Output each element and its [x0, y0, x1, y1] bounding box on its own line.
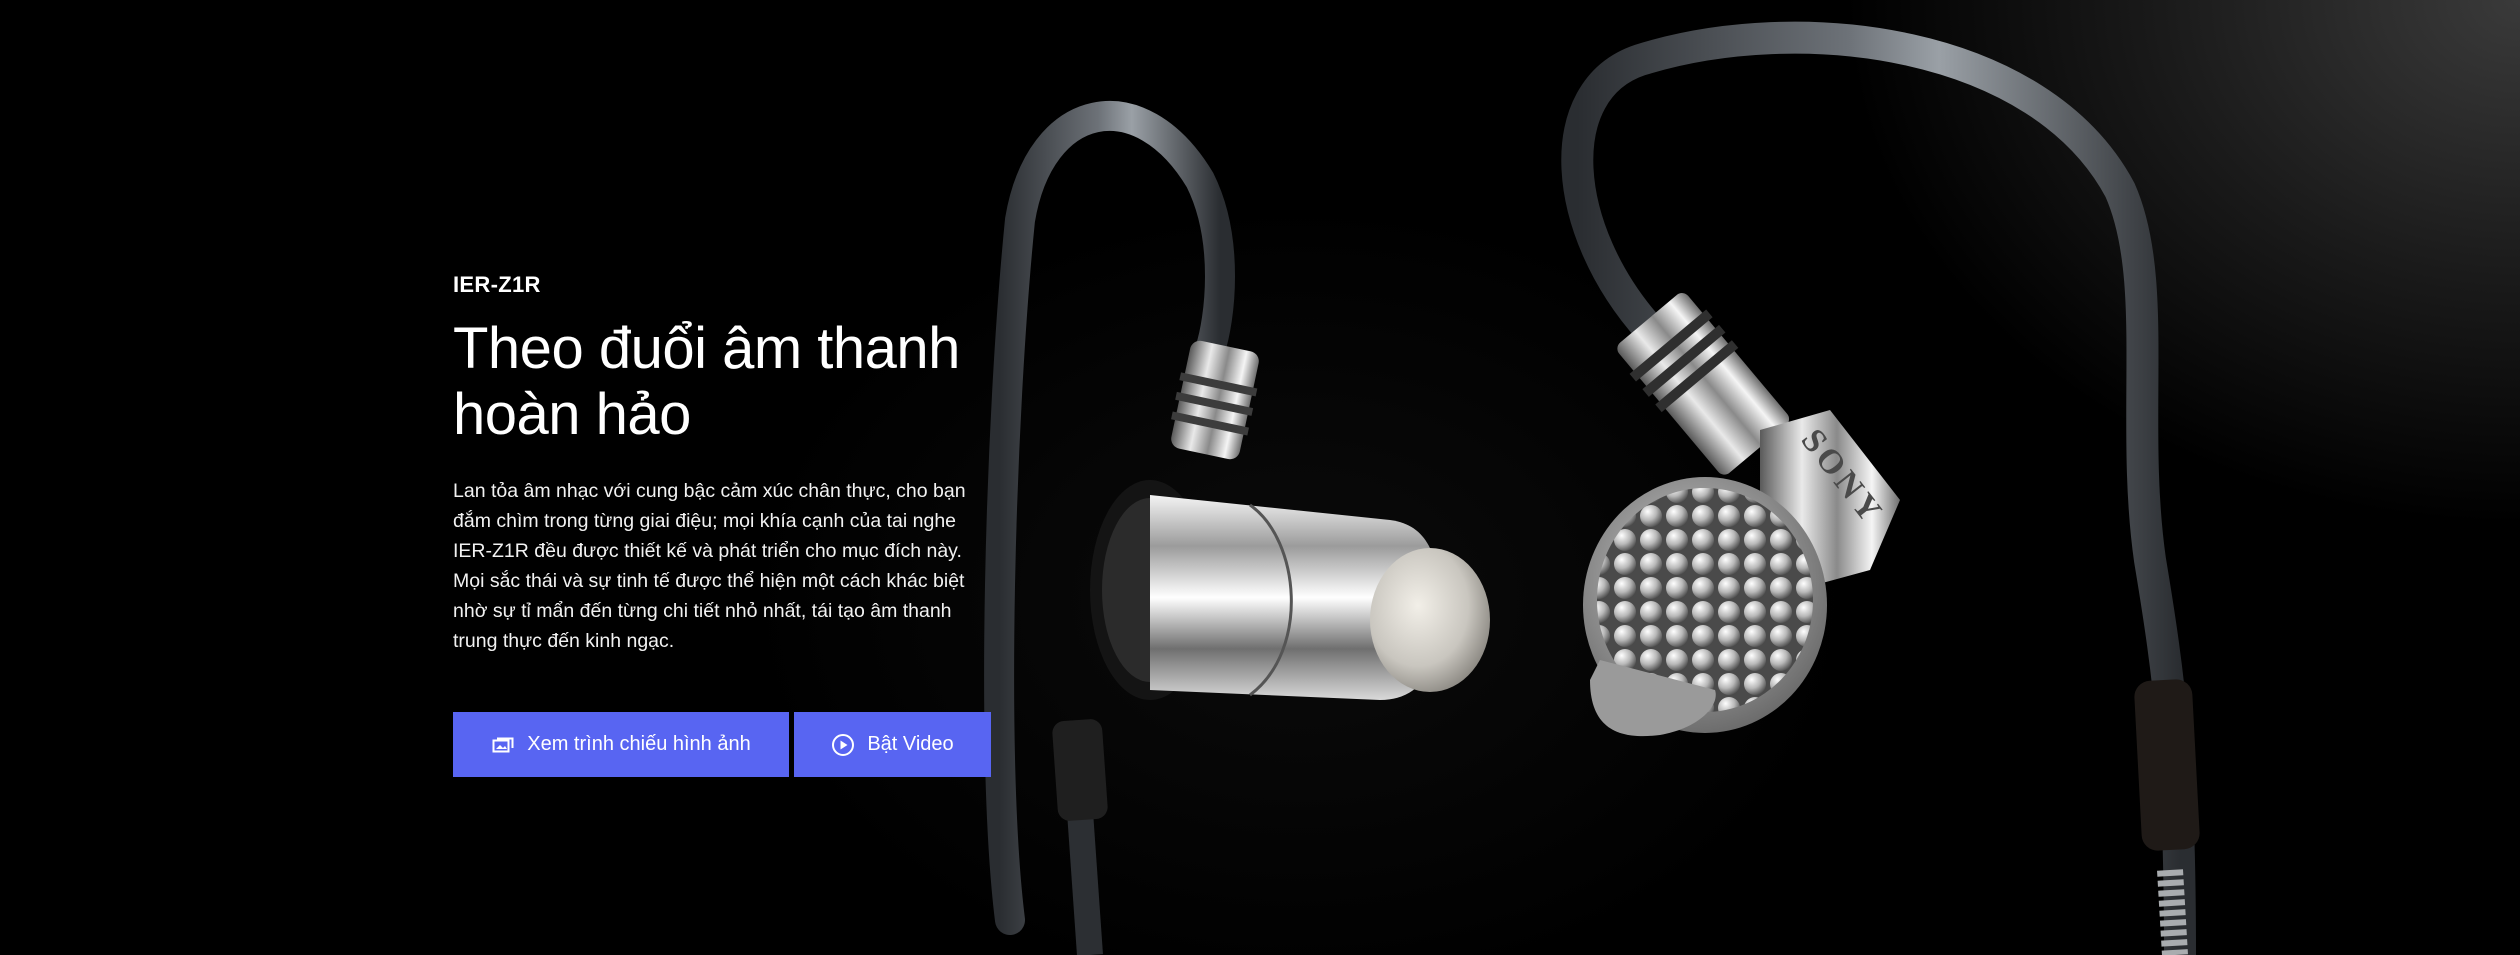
hero-actions: Xem trình chiếu hình ảnh Bật Video [453, 712, 991, 777]
page-title: Theo đuổi âm thanh hoàn hảo [453, 316, 960, 447]
product-image: SONY [984, 21, 2200, 955]
view-slideshow-button[interactable]: Xem trình chiếu hình ảnh [453, 712, 789, 777]
hero-banner: SONY IER-Z1R Theo đuổi âm thanh hoàn hảo… [0, 0, 2520, 955]
product-description: Lan tỏa âm nhạc với cung bậc cảm xúc châ… [453, 480, 966, 652]
product-model: IER-Z1R [453, 272, 541, 297]
view-slideshow-label: Xem trình chiếu hình ảnh [527, 733, 751, 755]
hero-copy: IER-Z1R Theo đuổi âm thanh hoàn hảo Lan … [453, 272, 1013, 656]
gallery-icon [491, 733, 515, 757]
play-video-button[interactable]: Bật Video [794, 712, 991, 777]
play-video-label: Bật Video [867, 733, 954, 755]
play-circle-icon [831, 733, 855, 757]
